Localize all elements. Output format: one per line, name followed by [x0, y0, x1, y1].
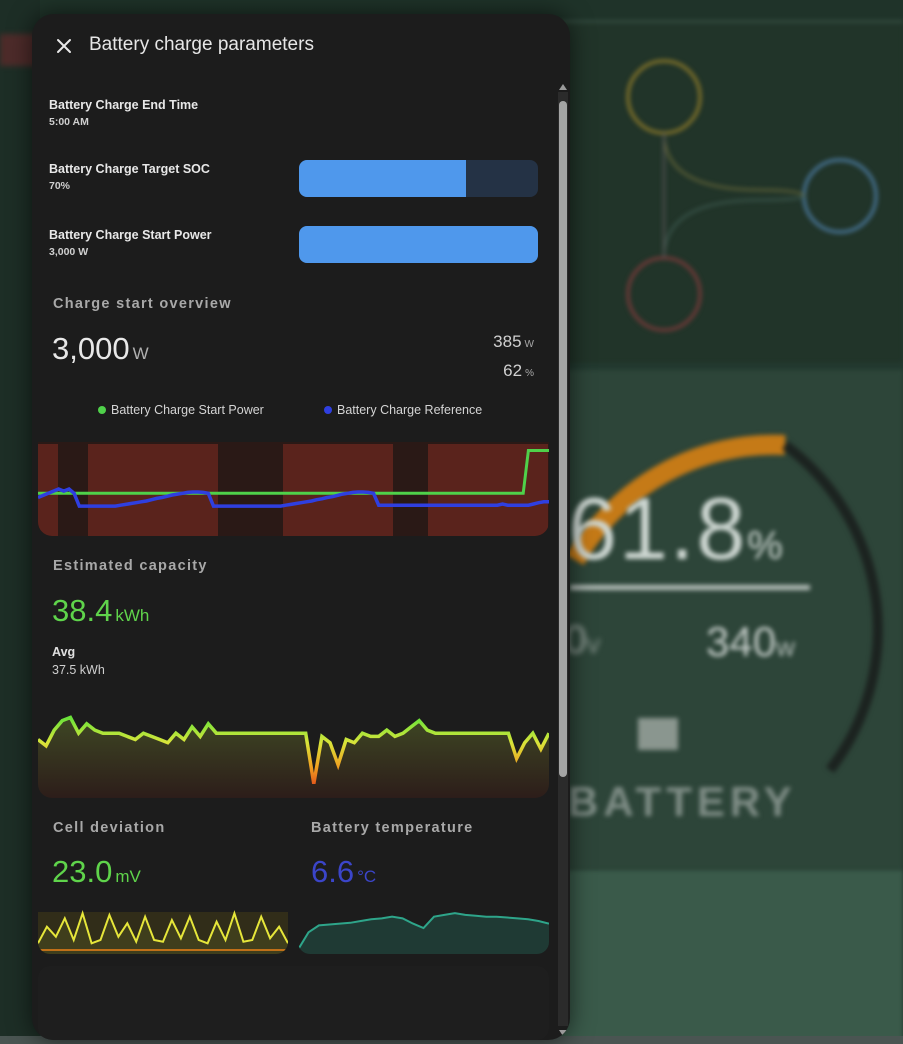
- slider-fill: [299, 160, 467, 197]
- close-icon: [57, 39, 71, 53]
- legend-item-charge-reference[interactable]: Battery Charge Reference: [324, 403, 482, 417]
- charge-period-band: [283, 444, 393, 536]
- bg-battery-label: BATTERY: [568, 778, 797, 825]
- scroll-down-arrow-icon[interactable]: [559, 1030, 567, 1036]
- cell-deviation-value: 23.0 mV: [52, 854, 141, 889]
- bg-battery-power: 340W: [706, 618, 795, 665]
- avg-value: 37.5 kWh: [52, 663, 105, 677]
- legend-item-start-power[interactable]: Battery Charge Start Power: [98, 403, 264, 417]
- param-label: Battery Charge End Time: [49, 98, 199, 112]
- current-value: 3,000 W: [52, 331, 149, 366]
- battery-charge-dialog: Battery charge parameters Battery Charge…: [32, 14, 570, 1040]
- scroll-up-arrow-icon[interactable]: [559, 84, 567, 90]
- bg-gauge-graphics: [566, 59, 883, 774]
- cell-deviation-card[interactable]: Cell deviation 23.0 mV: [38, 810, 288, 958]
- avg-label: Avg: [52, 645, 76, 659]
- secondary-percent-value: 62%: [503, 361, 534, 380]
- temperature-chart[interactable]: [298, 906, 549, 954]
- capacity-value: 38.4 kWh: [52, 593, 150, 628]
- dialog-title: Battery charge parameters: [89, 34, 314, 55]
- charge-period-band: [88, 444, 218, 536]
- charge-overview-chart[interactable]: [38, 442, 549, 536]
- param-charge-start-power: Battery Charge Start Power 3,000 W: [49, 228, 212, 258]
- dialog-scrollbar[interactable]: [556, 84, 570, 1036]
- target-soc-slider[interactable]: [299, 160, 538, 197]
- charge-period-band: [428, 444, 548, 536]
- slider-fill: [299, 226, 538, 263]
- battery-temperature-card[interactable]: Battery temperature 6.6 °C: [298, 810, 549, 958]
- param-value: 3,000 W: [49, 246, 89, 258]
- legend-dot: [98, 406, 106, 414]
- param-label: Battery Charge Target SOC: [49, 162, 210, 176]
- param-label: Battery Charge Start Power: [49, 228, 212, 242]
- param-value: 5:00 AM: [49, 116, 89, 128]
- temperature-value: 6.6 °C: [311, 854, 377, 889]
- bg-battery-soc: 61.8%: [568, 479, 785, 578]
- temperature-area: [298, 913, 549, 954]
- dialog-header: Battery charge parameters: [32, 14, 570, 78]
- card-title: Charge start overview: [53, 296, 232, 312]
- param-charge-target-soc: Battery Charge Target SOC 70%: [49, 162, 210, 192]
- start-power-slider[interactable]: [299, 226, 538, 263]
- param-value: 70%: [49, 180, 71, 192]
- capacity-area: [38, 717, 549, 798]
- param-charge-end-time[interactable]: Battery Charge End Time 5:00 AM: [49, 98, 198, 128]
- next-card: [38, 966, 549, 1040]
- estimated-capacity-card[interactable]: Estimated capacity 38.4 kWh Avg 37.5 kWh: [38, 548, 549, 798]
- cell-deviation-chart[interactable]: [38, 908, 288, 954]
- charge-start-overview-card[interactable]: Charge start overview 3,000 W 385 W 62% Ba…: [38, 286, 549, 536]
- scroll-thumb[interactable]: [559, 101, 567, 777]
- card-title: Cell deviation: [53, 820, 166, 836]
- card-title: Battery temperature: [311, 820, 474, 836]
- close-button[interactable]: [52, 34, 76, 58]
- card-title: Estimated capacity: [53, 558, 208, 574]
- capacity-chart[interactable]: [38, 698, 549, 798]
- legend-dot: [324, 406, 332, 414]
- secondary-power-value: 385 W: [493, 332, 534, 351]
